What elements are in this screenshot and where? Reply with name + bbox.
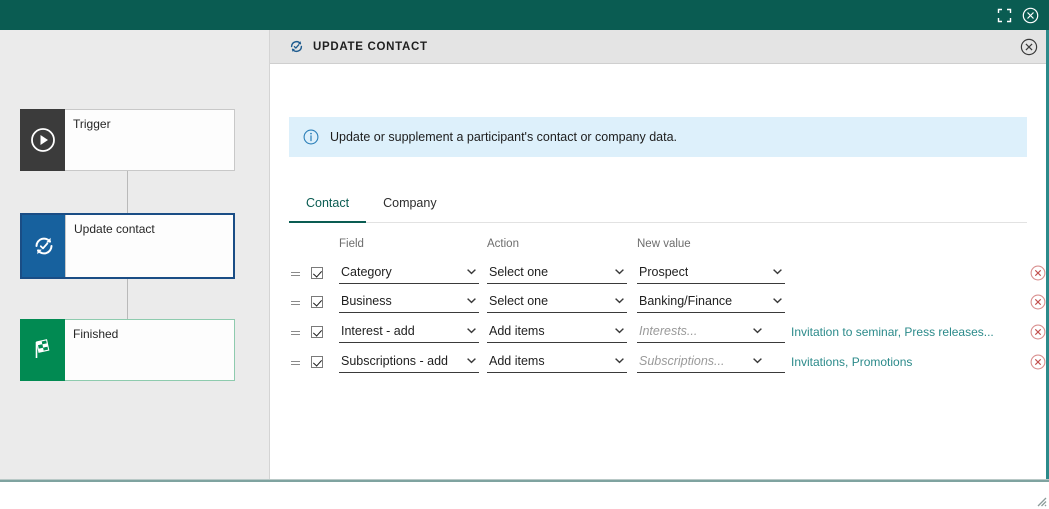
delete-row-icon[interactable]: [1029, 323, 1047, 341]
table-row: Business Select one Banking/Finance: [289, 289, 1049, 314]
action-dropdown[interactable]: Select one: [487, 262, 627, 284]
drag-handle-icon[interactable]: [289, 361, 311, 362]
table-header-row: Field Action New value: [289, 234, 1049, 254]
row-enabled-checkbox-cell: [311, 295, 339, 308]
panel-body: Update or supplement a participant's con…: [270, 64, 1049, 509]
drag-handle-icon[interactable]: [289, 272, 311, 273]
workflow-node-body: Trigger: [65, 109, 235, 171]
table-row: Category Select one Prospect: [289, 260, 1049, 285]
tab-company[interactable]: Company: [366, 196, 454, 222]
info-icon: [303, 129, 319, 145]
chevron-down-icon: [773, 297, 782, 303]
workflow-node-label: Trigger: [73, 117, 111, 131]
chevron-down-icon: [753, 327, 762, 333]
row-enabled-checkbox-cell: [311, 325, 339, 338]
chevron-down-icon: [467, 268, 476, 274]
workflow-node-update-contact[interactable]: Update contact: [20, 213, 235, 279]
new-value-dropdown-placeholder: Interests...: [639, 324, 698, 338]
workflow-node-body: Finished: [65, 319, 235, 381]
play-icon: [20, 109, 65, 171]
panel-tabs: Contact Company: [289, 196, 1027, 223]
workflow-canvas: Trigger Update contact Finished: [0, 30, 270, 479]
new-value-dropdown-value: Prospect: [639, 265, 689, 279]
header-field: Field: [339, 238, 364, 250]
workflow-node-label: Finished: [73, 327, 119, 341]
row-enabled-checkbox-cell: [311, 266, 339, 279]
chevron-down-icon: [753, 357, 762, 363]
header-new-value: New value: [637, 238, 691, 250]
resize-grip-icon[interactable]: [1033, 493, 1047, 507]
action-dropdown[interactable]: Select one: [487, 291, 627, 313]
chevron-down-icon: [615, 357, 624, 363]
chevron-down-icon: [467, 327, 476, 333]
chevron-down-icon: [615, 268, 624, 274]
workflow-connector: [127, 171, 128, 213]
tab-contact-label: Contact: [306, 196, 350, 210]
field-dropdown[interactable]: Interest - add: [339, 321, 479, 343]
new-value-dropdown[interactable]: Subscriptions...: [637, 351, 785, 373]
delete-row-icon[interactable]: [1029, 264, 1047, 282]
drag-handle-icon[interactable]: [289, 331, 311, 332]
update-contact-panel: UPDATE CONTACT Update or supplement a pa…: [270, 30, 1049, 509]
table-row: Subscriptions - add Add items Subscripti…: [289, 349, 1049, 374]
field-dropdown[interactable]: Subscriptions - add: [339, 351, 479, 373]
checkered-flag-icon: [20, 319, 65, 381]
field-dropdown-value: Category: [341, 265, 392, 279]
action-dropdown-value: Add items: [489, 354, 545, 368]
row-enabled-checkbox[interactable]: [311, 295, 323, 308]
action-dropdown-value: Add items: [489, 324, 545, 338]
field-dropdown-value: Subscriptions - add: [341, 354, 449, 368]
field-dropdown[interactable]: Business: [339, 291, 479, 313]
new-value-dropdown[interactable]: Prospect: [637, 262, 785, 284]
action-dropdown-value: Select one: [489, 294, 549, 308]
panel-header: UPDATE CONTACT: [270, 30, 1049, 64]
bottom-strip: [0, 479, 1049, 509]
workflow-node-trigger[interactable]: Trigger: [20, 109, 235, 171]
chevron-down-icon: [467, 357, 476, 363]
sync-refresh-icon: [22, 215, 65, 277]
info-banner: Update or supplement a participant's con…: [289, 117, 1027, 157]
top-bar: [0, 0, 1049, 30]
selected-items-summary[interactable]: Invitations, Promotions: [791, 355, 912, 369]
chevron-down-icon: [467, 297, 476, 303]
info-banner-text: Update or supplement a participant's con…: [330, 130, 678, 144]
app-root: Trigger Update contact Finished UPDATE C…: [0, 0, 1049, 509]
header-action: Action: [487, 238, 519, 250]
panel-title: UPDATE CONTACT: [313, 40, 428, 53]
workflow-node-label: Update contact: [74, 222, 155, 236]
expand-icon[interactable]: [991, 2, 1017, 28]
new-value-dropdown-placeholder: Subscriptions...: [639, 354, 725, 368]
row-enabled-checkbox[interactable]: [311, 266, 323, 279]
row-enabled-checkbox[interactable]: [311, 355, 323, 368]
row-enabled-checkbox-cell: [311, 355, 339, 368]
bottom-divider: [0, 480, 1049, 482]
new-value-dropdown[interactable]: Interests...: [637, 321, 785, 343]
delete-row-icon[interactable]: [1029, 293, 1047, 311]
table-row: Interest - add Add items Interests... In…: [289, 319, 1049, 344]
chevron-down-icon: [773, 268, 782, 274]
new-value-dropdown[interactable]: Banking/Finance: [637, 291, 785, 313]
workflow-node-body: Update contact: [65, 215, 233, 277]
chevron-down-icon: [615, 327, 624, 333]
sync-refresh-icon: [287, 38, 305, 56]
row-enabled-checkbox[interactable]: [311, 325, 323, 338]
field-dropdown[interactable]: Category: [339, 262, 479, 284]
field-dropdown-value: Business: [341, 294, 392, 308]
new-value-dropdown-value: Banking/Finance: [639, 294, 733, 308]
tab-contact[interactable]: Contact: [289, 196, 367, 223]
delete-row-icon[interactable]: [1029, 353, 1047, 371]
chevron-down-icon: [615, 297, 624, 303]
action-dropdown[interactable]: Add items: [487, 351, 627, 373]
workflow-node-finished[interactable]: Finished: [20, 319, 235, 381]
selected-items-summary[interactable]: Invitation to seminar, Press releases...: [791, 325, 994, 339]
panel-close-icon[interactable]: [1019, 37, 1039, 57]
field-dropdown-value: Interest - add: [341, 324, 415, 338]
tab-company-label: Company: [383, 196, 437, 210]
close-circle-icon[interactable]: [1017, 2, 1043, 28]
drag-handle-icon[interactable]: [289, 301, 311, 302]
workflow-connector: [127, 279, 128, 319]
action-dropdown[interactable]: Add items: [487, 321, 627, 343]
action-dropdown-value: Select one: [489, 265, 549, 279]
